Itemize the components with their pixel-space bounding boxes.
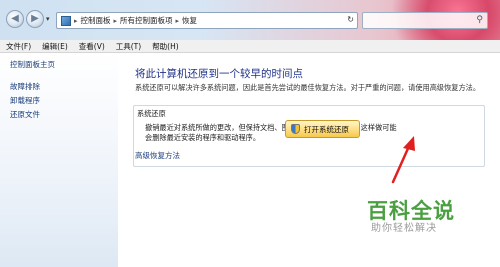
page-title: 将此计算机还原到一个较早的时间点 (135, 68, 303, 80)
sidebar-item-control-panel-home[interactable]: 控制面板主页 (10, 59, 55, 70)
advanced-recovery-link[interactable]: 高级恢复方法 (135, 150, 180, 161)
recent-pages-dropdown-icon[interactable]: ▾ (46, 15, 50, 23)
menu-bar: 文件(F) 编辑(E) 查看(V) 工具(T) 帮助(H) (0, 40, 500, 53)
system-restore-group-title: 系统还原 (137, 109, 166, 118)
forward-button[interactable]: ▶ (26, 10, 44, 28)
menu-edit[interactable]: 编辑(E) (42, 41, 68, 52)
menu-help[interactable]: 帮助(H) (152, 41, 179, 52)
open-system-restore-button[interactable]: 打开系统还原 (285, 120, 360, 138)
system-restore-description: 撤销最近对系统所做的更改，但保持文档、图片和音乐等文件不变。这样做可能 会删除最… (145, 123, 400, 143)
sidebar-item-restore-files[interactable]: 还原文件 (10, 109, 40, 120)
back-arrow-icon: ◀ (11, 13, 19, 24)
system-restore-description-line2: 会删除最近安装的程序和驱动程序。 (145, 133, 261, 142)
open-system-restore-label: 打开系统还原 (304, 124, 349, 134)
system-restore-description-line1: 撤销最近对系统所做的更改，但保持文档、图片和音乐等文件不变。这样做可能 (145, 123, 397, 132)
address-bar[interactable]: ▸ 控制面板 ▸ 所有控制面板项 ▸ 恢复 ↻ (56, 12, 358, 29)
menu-file[interactable]: 文件(F) (6, 41, 31, 52)
annotation-arrow-icon (391, 136, 415, 184)
sidebar: 控制面板主页 故障排除 卸载程序 还原文件 (0, 53, 118, 267)
menu-tools[interactable]: 工具(T) (116, 41, 141, 52)
breadcrumb-all-items[interactable]: 所有控制面板项 (120, 15, 173, 26)
sidebar-item-uninstall-program[interactable]: 卸载程序 (10, 95, 40, 106)
refresh-icon[interactable]: ↻ (347, 15, 354, 24)
breadcrumb-recovery[interactable]: 恢复 (182, 15, 197, 26)
control-panel-icon (61, 15, 71, 26)
chevron-right-icon[interactable]: ▸ (74, 17, 78, 25)
search-icon[interactable]: ⚲ (476, 15, 483, 25)
uac-shield-icon (291, 124, 300, 134)
watermark-slogan: 助你轻松解决 (371, 223, 437, 234)
search-input[interactable]: ⚲ (362, 12, 488, 29)
breadcrumb-control-panel[interactable]: 控制面板 (81, 15, 111, 26)
page-description: 系统还原可以解决许多系统问题，因此是首先尝试的最佳恢复方法。对于严重的问题，请使… (135, 83, 481, 92)
back-button[interactable]: ◀ (6, 10, 24, 28)
chevron-right-icon[interactable]: ▸ (176, 17, 180, 25)
chevron-right-icon[interactable]: ▸ (114, 17, 118, 25)
menu-view[interactable]: 查看(V) (79, 41, 105, 52)
forward-arrow-icon: ▶ (31, 13, 39, 24)
window-titlebar: ◀ ▶ ▾ ▸ 控制面板 ▸ 所有控制面板项 ▸ 恢复 ↻ ⚲ (0, 0, 500, 40)
sidebar-item-troubleshooting[interactable]: 故障排除 (10, 81, 40, 92)
